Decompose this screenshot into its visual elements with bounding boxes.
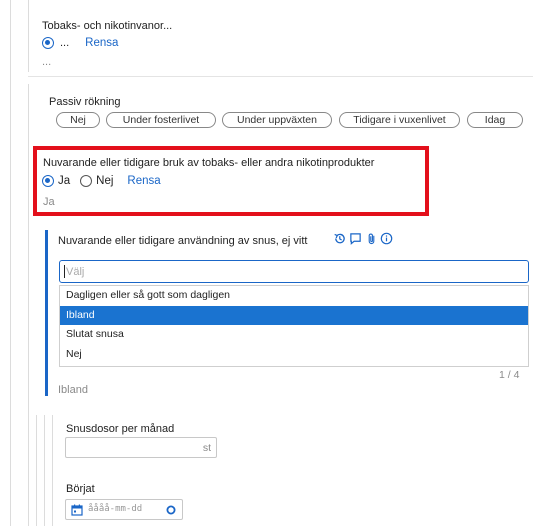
snus-option-nej[interactable]: Nej xyxy=(60,345,528,365)
history-icon[interactable] xyxy=(333,232,346,245)
attachment-icon[interactable] xyxy=(366,232,377,245)
snus-option-ibland[interactable]: Ibland xyxy=(60,305,528,325)
tobak-title: Tobaks- och nikotinvanor... xyxy=(42,20,173,32)
tree-guide-line-2 xyxy=(28,0,29,72)
divider xyxy=(28,76,533,77)
dos-unit: st xyxy=(202,442,211,454)
tobak-option-label: ... xyxy=(60,37,70,49)
bruk-radio-group: Ja Nej Rensa xyxy=(42,175,161,187)
snus-option-counter: 1 / 4 xyxy=(499,369,520,381)
tobak-summary: ... xyxy=(42,56,52,68)
dos-input[interactable]: st xyxy=(65,437,217,458)
comment-icon[interactable] xyxy=(349,232,362,245)
passiv-option-nej[interactable]: Nej xyxy=(56,112,100,128)
passiv-option-vuxenlivet[interactable]: Tidigare i vuxenlivet xyxy=(339,112,460,128)
tree-guide-line-3 xyxy=(28,84,29,526)
bruk-radio-ja[interactable] xyxy=(42,175,54,187)
calendar-icon[interactable] xyxy=(71,504,83,516)
info-icon[interactable] xyxy=(380,232,393,245)
snus-title: Nuvarande eller tidigare användning av s… xyxy=(58,235,308,247)
tobak-radio-group: ... Rensa xyxy=(42,37,118,49)
clock-icon[interactable] xyxy=(166,505,176,515)
text-cursor xyxy=(64,265,65,278)
tree-guide-line-1 xyxy=(10,0,11,526)
bruk-clear-link[interactable]: Rensa xyxy=(127,175,160,187)
tobak-radio[interactable] xyxy=(42,37,54,49)
snus-select-placeholder: Välj xyxy=(66,266,85,278)
borjat-placeholder: åååå-mm-dd xyxy=(88,504,143,514)
focus-indicator xyxy=(45,230,48,396)
snus-option-dagligen[interactable]: Dagligen eller så gott som dagligen xyxy=(60,286,528,306)
bruk-title: Nuvarande eller tidigare bruk av tobaks-… xyxy=(43,157,375,169)
tobak-clear-link[interactable]: Rensa xyxy=(85,37,118,49)
dos-title: Snusdosor per månad xyxy=(66,423,175,435)
borjat-title: Börjat xyxy=(66,483,95,495)
passiv-title: Passiv rökning xyxy=(49,96,121,108)
passiv-option-idag[interactable]: Idag xyxy=(467,112,523,128)
passiv-option-uppvaxten[interactable]: Under uppväxten xyxy=(222,112,332,128)
snus-summary: Ibland xyxy=(58,384,88,396)
snus-dropdown-list: Dagligen eller så gott som dagligen Ibla… xyxy=(59,285,529,367)
passiv-options: Nej Under fosterlivet Under uppväxten Ti… xyxy=(56,112,526,130)
bruk-option-nej-label: Nej xyxy=(96,175,114,187)
snus-select[interactable]: Välj xyxy=(59,260,529,283)
tree-guide-line-5 xyxy=(44,415,45,526)
tree-guide-line-4 xyxy=(36,415,37,526)
bruk-radio-nej[interactable] xyxy=(80,175,93,187)
bruk-summary: Ja xyxy=(43,196,55,208)
tree-guide-line-6 xyxy=(52,415,53,526)
passiv-option-fosterlivet[interactable]: Under fosterlivet xyxy=(106,112,216,128)
snus-option-slutat[interactable]: Slutat snusa xyxy=(60,325,528,345)
bruk-option-ja-label: Ja xyxy=(58,175,71,187)
borjat-date-input[interactable]: åååå-mm-dd xyxy=(65,499,183,520)
